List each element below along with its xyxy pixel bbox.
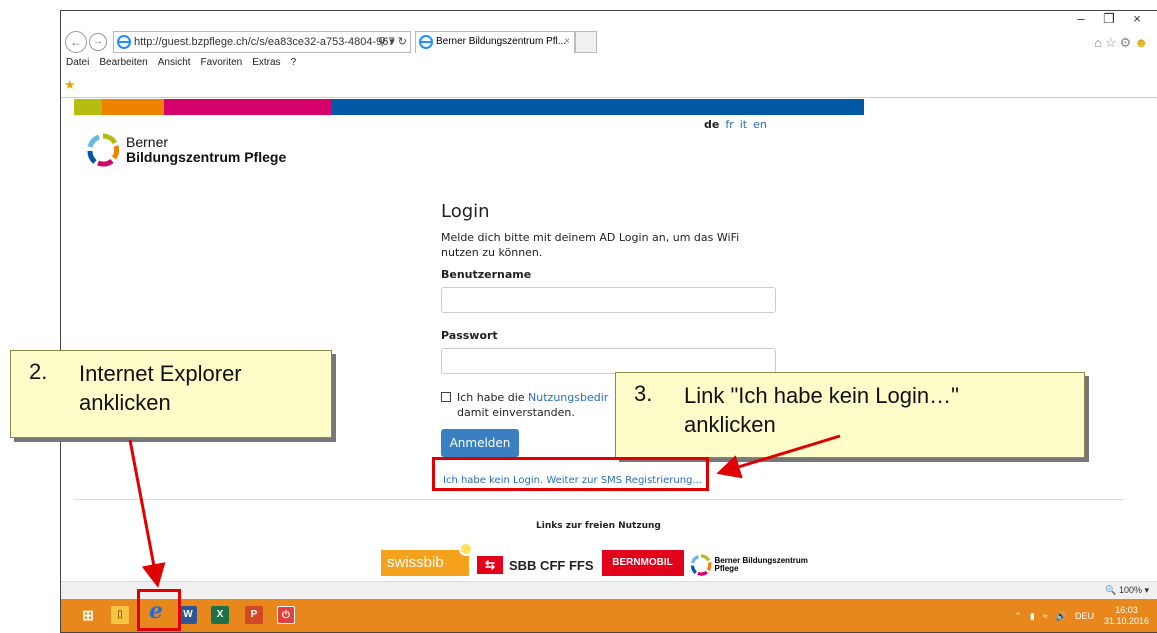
arrow-to-ie-icon	[128, 439, 166, 588]
arrow-to-sms-link	[716, 434, 841, 479]
annotation-arrows	[128, 434, 841, 588]
